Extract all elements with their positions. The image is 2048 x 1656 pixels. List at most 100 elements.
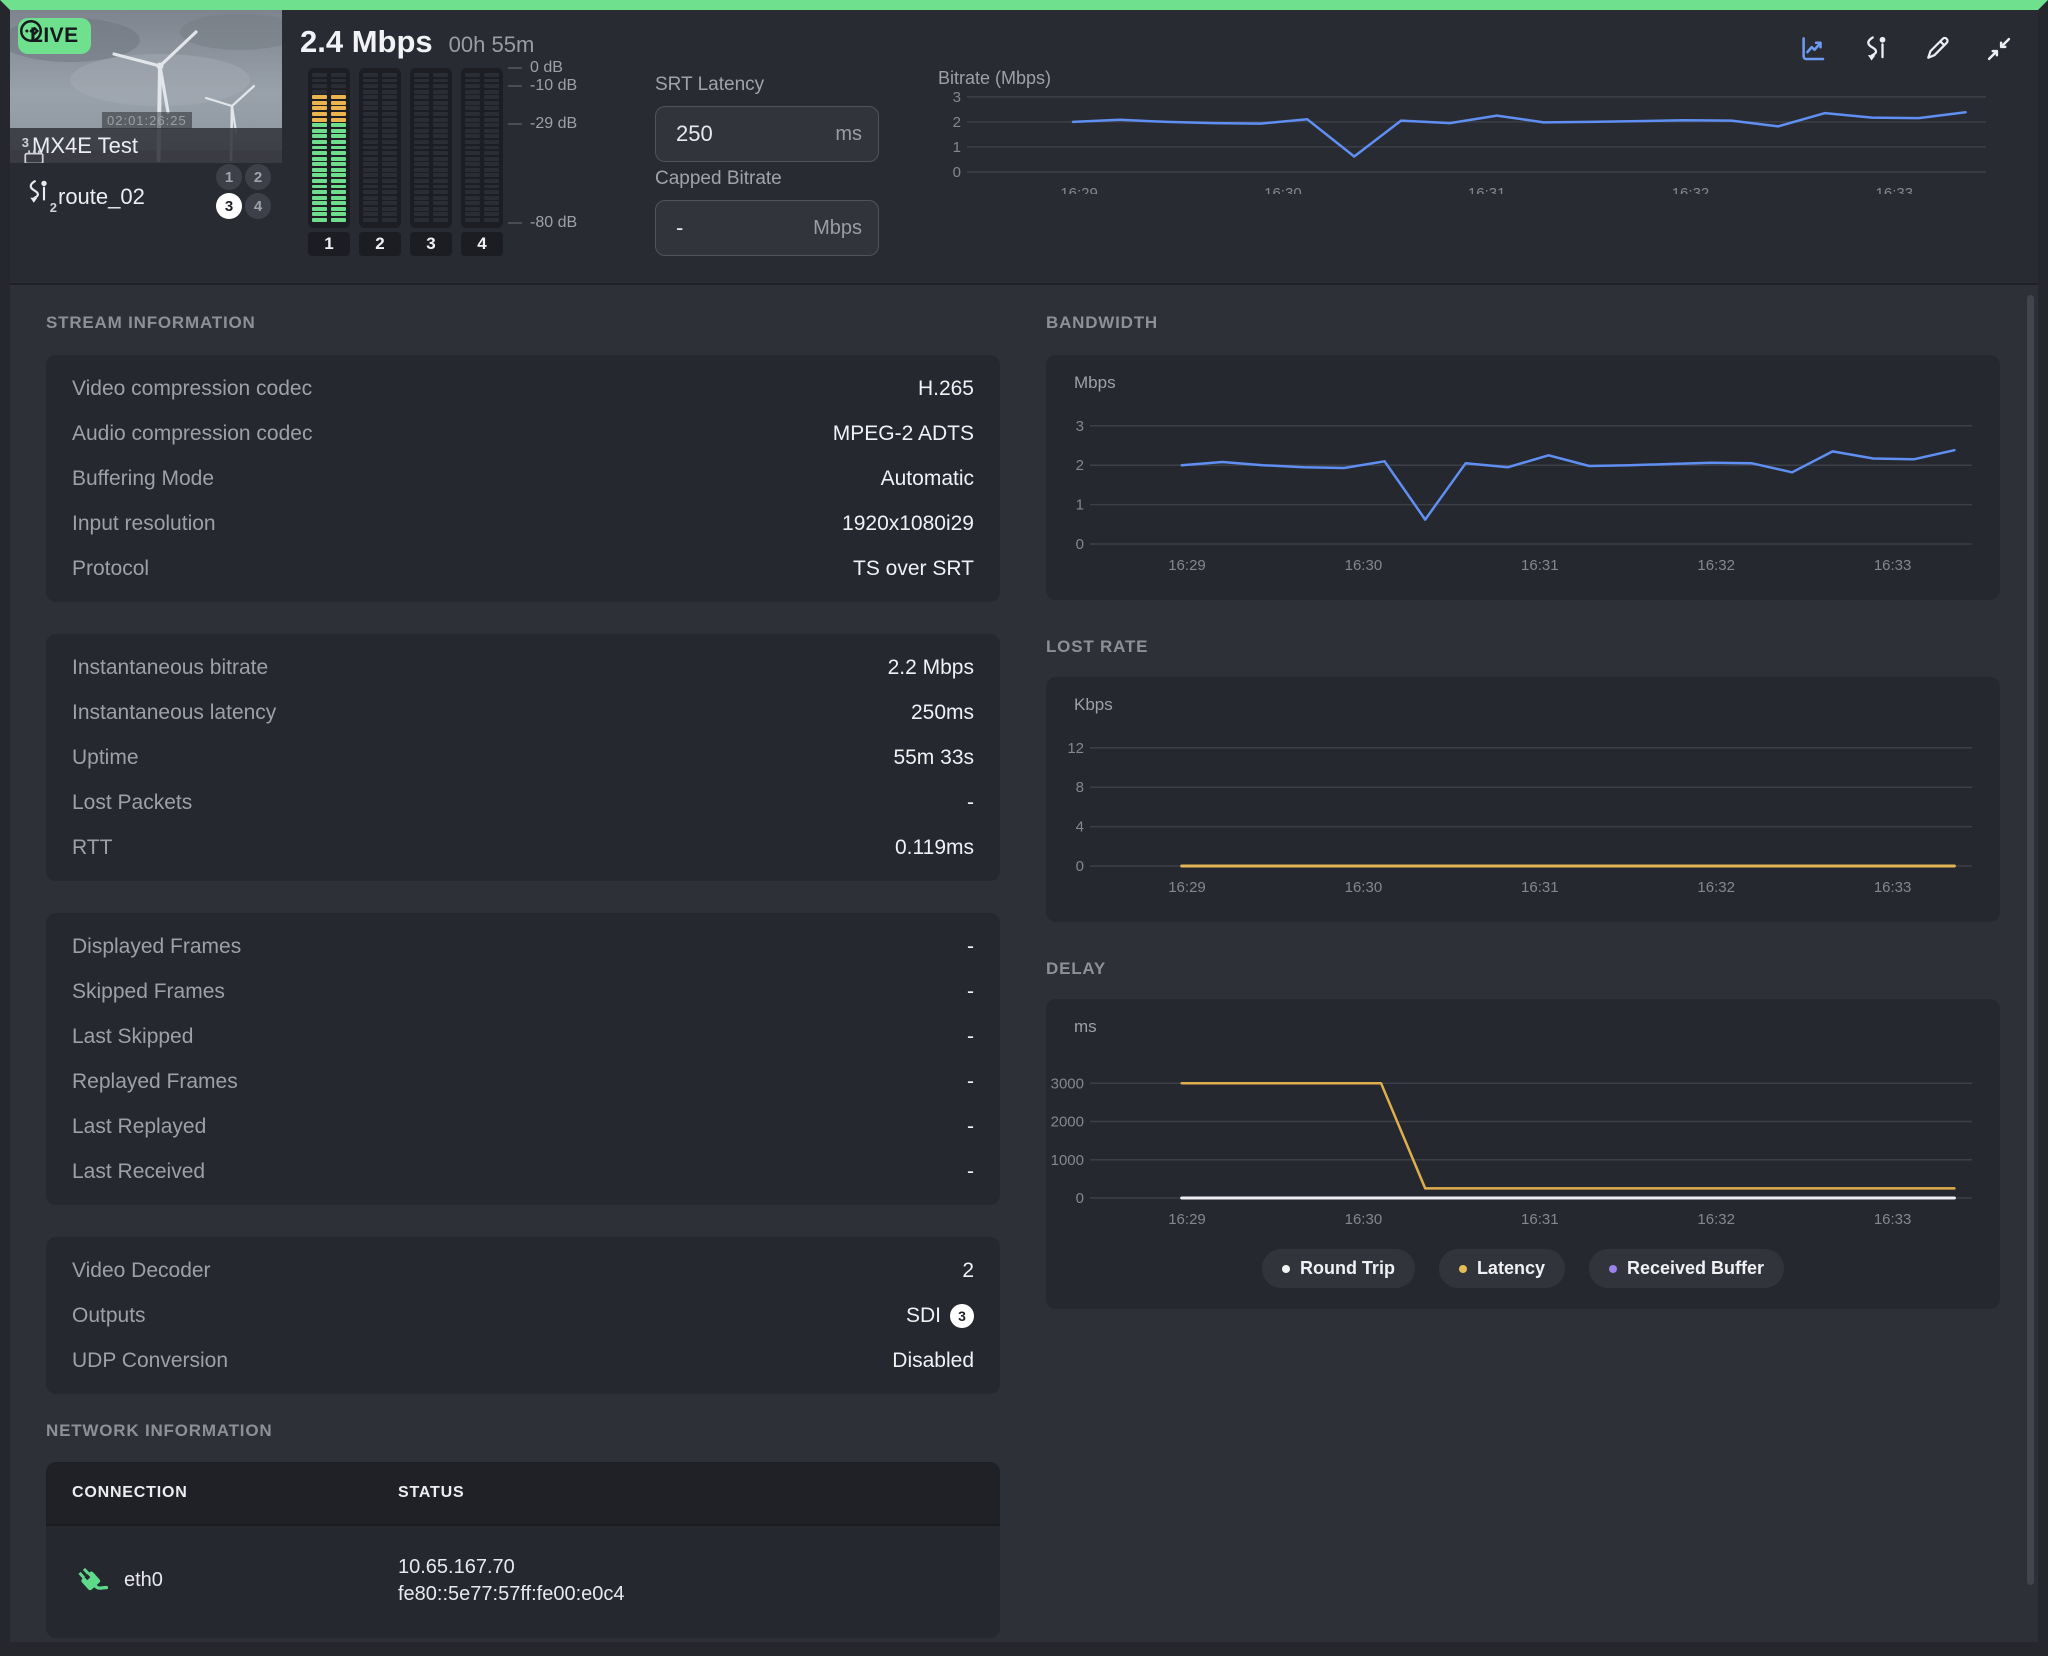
svg-text:1: 1 [953,139,961,156]
info-value: - [967,1115,974,1139]
info-value-text: - [967,791,974,815]
capped-bitrate-input[interactable]: - Mbps [655,200,879,256]
info-row: Input resolution 1920x1080i29 [46,501,1000,546]
info-label: Outputs [72,1304,146,1328]
network-table: CONNECTION STATUS eth0 [46,1462,1000,1638]
srt-latency-unit: ms [835,123,862,146]
info-label: Last Received [72,1160,205,1184]
info-label: UDP Conversion [72,1349,228,1373]
info-row: Video Decoder 2 [46,1248,1000,1293]
info-value: H.265 [918,377,974,401]
ipv4-address: 10.65.167.70 [398,1554,625,1581]
legend-item-received-buffer[interactable]: Received Buffer [1589,1249,1784,1288]
channel-button-3[interactable]: 3 [216,193,242,219]
statistics-view-button[interactable] [1792,28,1834,70]
info-label: RTT [72,836,112,860]
info-value-text: - [967,1070,974,1094]
svg-text:12: 12 [1067,740,1084,757]
pencil-icon [1923,35,1951,63]
info-value: - [967,935,974,959]
lost-rate-title: LOST RATE [1046,637,1148,657]
bandwidth-panel: Mbps 012316:2916:3016:3116:3216:33 [1046,355,2000,600]
route-icon [1861,34,1889,64]
info-label: Instantaneous latency [72,701,276,725]
info-row: RTT0.119ms [46,825,1000,870]
collapse-button[interactable] [1978,28,2020,70]
db-scale-label: -80 dB [530,214,577,232]
svg-text:16:31: 16:31 [1521,557,1559,574]
info-value-text: TS over SRT [853,557,974,581]
info-label: Uptime [72,746,139,770]
info-value: 2.2 Mbps [888,656,974,680]
info-value: 2 [962,1259,974,1283]
device-bar: 3 MX4E Test [10,128,282,163]
toolbar [1792,28,2020,70]
svg-text:16:33: 16:33 [1874,879,1912,896]
db-scale-label: -10 dB [530,77,577,95]
legend-label: Latency [1477,1258,1545,1279]
stream-info-card-2: Instantaneous bitrate2.2 MbpsInstantaneo… [46,634,1000,881]
video-thumbnail[interactable]: 02:01:26:25 LIVE [10,10,282,163]
svg-text:16:32: 16:32 [1697,557,1735,574]
edit-button[interactable] [1916,28,1958,70]
delay-title: DELAY [1046,959,1106,979]
info-value: 1920x1080i29 [842,512,974,536]
info-row: Last Received - [46,1149,1000,1194]
info-value: Disabled [892,1349,974,1373]
info-value: - [967,1160,974,1184]
network-info-title: NETWORK INFORMATION [46,1421,272,1441]
route-view-button[interactable] [1854,28,1896,70]
svg-text:16:31: 16:31 [1521,879,1559,896]
channel-button-4[interactable]: 4 [245,193,271,219]
svg-text:0: 0 [1076,858,1084,875]
svg-text:16:29: 16:29 [1168,1211,1206,1228]
info-value-text: - [967,1025,974,1049]
svg-text:16:30: 16:30 [1345,879,1383,896]
current-bitrate: 2.4 Mbps 00h 55m [300,24,534,60]
svg-text:0: 0 [1076,536,1084,553]
svg-text:3000: 3000 [1051,1075,1084,1092]
connection-name: eth0 [124,1569,163,1592]
legend-item-latency[interactable]: Latency [1439,1249,1565,1288]
info-row: Last Replayed- [46,1104,1000,1149]
svg-text:16:29: 16:29 [1168,557,1206,574]
legend-item-round-trip[interactable]: Round Trip [1262,1249,1415,1288]
info-label: Input resolution [72,512,216,536]
channel-button-1[interactable]: 1 [216,164,242,190]
svg-text:16:31: 16:31 [1521,1211,1559,1228]
bandwidth-chart: 012316:2916:3016:3116:3216:33 [1046,355,2000,600]
info-value-text: - [967,1160,974,1184]
capped-bitrate-field: Capped Bitrate - Mbps [655,168,879,256]
info-value-text: H.265 [918,377,974,401]
count-badge: 3 [950,1304,974,1328]
route-badge: 2 [50,200,57,215]
srt-latency-input[interactable]: 250 ms [655,106,879,162]
chart-line-icon [1798,34,1828,64]
info-label: Replayed Frames [72,1070,238,1094]
legend-dot [1609,1265,1617,1273]
srt-latency-value: 250 [676,121,713,147]
info-row: Uptime55m 33s [46,735,1000,780]
svg-text:0: 0 [1076,1190,1084,1207]
svg-text:2000: 2000 [1051,1114,1084,1131]
audio-meter-label: 4 [461,232,503,256]
ipv6-address: fe80::5e77:57ff:fe00:e0c4 [398,1581,625,1608]
timecode-overlay: 02:01:26:25 [102,112,192,129]
legend-label: Received Buffer [1627,1258,1764,1279]
status-column-header: STATUS [398,1484,464,1502]
channel-button-2[interactable]: 2 [245,164,271,190]
info-value-text: Disabled [892,1349,974,1373]
bandwidth-title: BANDWIDTH [1046,313,1158,333]
connection-column-header: CONNECTION [72,1484,188,1502]
audio-meters: 1234 [308,68,503,256]
info-row: Video compression codecH.265 [46,366,1000,411]
stream-detail-panel: 02:01:26:25 LIVE [0,0,2048,1656]
info-row: Buffering ModeAutomatic [46,456,1000,501]
info-row: Last Skipped- [46,1014,1000,1059]
info-label: Lost Packets [72,791,192,815]
scrollbar-thumb[interactable] [2027,295,2034,1585]
info-label: Video Decoder [72,1259,211,1283]
stream-info-title: STREAM INFORMATION [46,313,256,333]
info-value: SDI3 [906,1304,974,1328]
info-label: Audio compression codec [72,422,312,446]
